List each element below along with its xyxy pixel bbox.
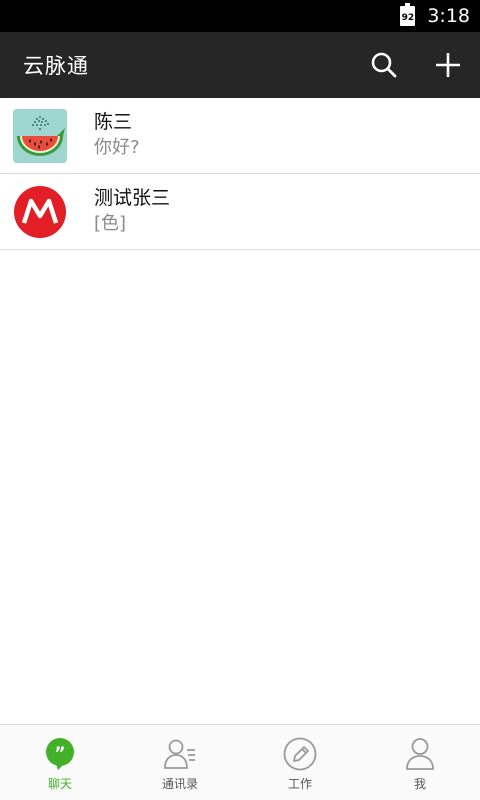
tab-label: 我 bbox=[413, 777, 426, 791]
conversation-item[interactable]: 陈三 你好? bbox=[0, 98, 480, 174]
avatar bbox=[13, 108, 67, 163]
conversation-text: 陈三 你好? bbox=[94, 110, 140, 161]
plus-icon bbox=[436, 53, 460, 77]
conversation-item[interactable]: 测试张三 [色] bbox=[0, 174, 480, 250]
tab-chat[interactable]: ” 聊天 bbox=[0, 725, 120, 800]
battery-icon: 92 bbox=[400, 3, 416, 26]
conversation-text: 测试张三 [色] bbox=[94, 186, 170, 237]
person-icon bbox=[406, 738, 434, 770]
app-bar-actions bbox=[352, 32, 480, 98]
nav-icon bbox=[283, 737, 317, 771]
contact-name: 测试张三 bbox=[94, 187, 171, 209]
nav-icon: ” bbox=[44, 737, 76, 771]
tab-label: 工作 bbox=[287, 777, 312, 791]
bottom-navigation: ” 聊天 通讯录 工作 我 bbox=[0, 724, 480, 800]
pencil-circle-icon bbox=[283, 737, 317, 771]
search-button[interactable] bbox=[352, 32, 416, 98]
avatar bbox=[13, 185, 67, 239]
search-icon bbox=[371, 52, 397, 78]
motorola-logo-avatar-icon bbox=[14, 185, 66, 238]
screen: 92 3:18 云脉通 陈三 你好? 测试张三 [色] ” 聊天 通讯录 工作 … bbox=[0, 0, 480, 800]
tab-contacts[interactable]: 通讯录 bbox=[120, 725, 240, 800]
status-bar: 92 3:18 bbox=[0, 0, 480, 32]
app-title: 云脉通 bbox=[23, 54, 89, 78]
message-preview: 你好? bbox=[94, 137, 140, 158]
chat-bubble-icon: ” bbox=[46, 738, 74, 770]
message-preview: [色] bbox=[94, 213, 127, 234]
tab-label: 通讯录 bbox=[161, 777, 198, 791]
tab-me[interactable]: 我 bbox=[360, 725, 480, 800]
status-time: 3:18 bbox=[427, 5, 470, 27]
conversation-list: 陈三 你好? 测试张三 [色] bbox=[0, 98, 480, 250]
add-button[interactable] bbox=[416, 32, 480, 98]
svg-text:”: ” bbox=[54, 744, 65, 764]
tab-work[interactable]: 工作 bbox=[240, 725, 360, 800]
nav-icon bbox=[163, 737, 197, 771]
nav-icon bbox=[405, 737, 435, 771]
contact-name: 陈三 bbox=[94, 111, 133, 133]
tab-label: 聊天 bbox=[47, 777, 72, 791]
battery-level: 92 bbox=[401, 13, 415, 23]
app-bar: 云脉通 bbox=[0, 32, 480, 98]
watermelon-whale-avatar-icon bbox=[13, 108, 67, 163]
contacts-icon bbox=[164, 739, 195, 769]
